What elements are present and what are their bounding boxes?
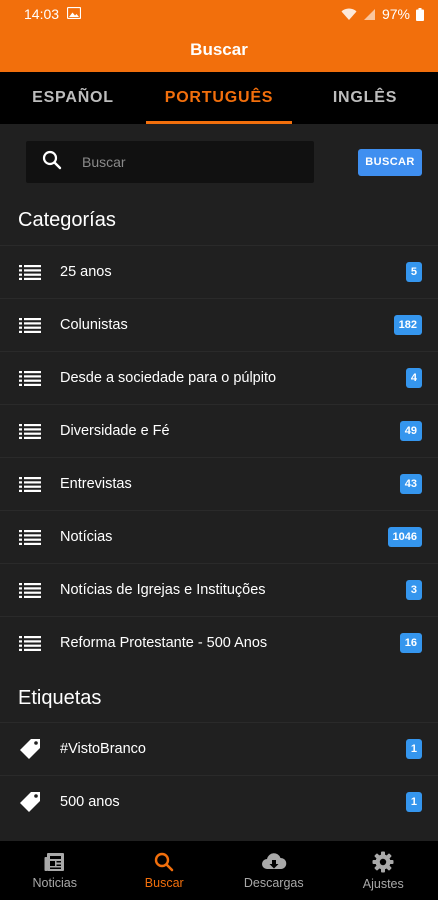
nav-ajustes-label: Ajustes xyxy=(362,876,404,891)
category-item[interactable]: Reforma Protestante - 500 Anos 16 xyxy=(0,616,438,669)
category-item[interactable]: Notícias de Igrejas e Instituções 3 xyxy=(0,563,438,616)
category-label: Notícias de Igrejas e Instituções xyxy=(60,582,266,598)
cloud-download-icon xyxy=(261,852,287,872)
category-label: Desde a sociedade para o púlpito xyxy=(60,370,277,386)
count-badge: 4 xyxy=(405,368,422,388)
nav-noticias[interactable]: Noticias xyxy=(0,841,110,900)
language-tabs: ESPAÑOL PORTUGUÊS INGLÊS xyxy=(0,72,438,124)
search-box[interactable] xyxy=(26,141,314,183)
tag-item[interactable]: 500 anos 1 xyxy=(0,775,438,828)
category-item[interactable]: Colunistas 182 xyxy=(0,298,438,351)
category-item[interactable]: Notícias 1046 xyxy=(0,510,438,563)
signal-icon xyxy=(363,8,376,21)
battery-icon xyxy=(416,7,424,21)
nav-buscar-label: Buscar xyxy=(144,875,184,890)
list-icon xyxy=(18,419,42,443)
search-input[interactable] xyxy=(82,154,282,170)
nav-noticias-label: Noticias xyxy=(32,875,77,890)
app-bar: Buscar xyxy=(0,28,438,72)
category-label: Diversidade e Fé xyxy=(60,423,170,439)
list-icon xyxy=(18,472,42,496)
count-badge: 1 xyxy=(405,792,422,812)
list-icon xyxy=(18,260,42,284)
category-item[interactable]: 25 anos 5 xyxy=(0,245,438,298)
count-badge: 16 xyxy=(399,633,422,653)
count-badge: 49 xyxy=(399,421,422,441)
tab-portugues[interactable]: PORTUGUÊS xyxy=(146,72,292,124)
tags-list: #VistoBranco 1 500 anos 1 xyxy=(0,722,438,828)
tag-label: 500 anos xyxy=(60,794,120,810)
categories-title: Categorías xyxy=(18,209,116,231)
count-badge: 5 xyxy=(405,262,422,282)
list-icon xyxy=(18,578,42,602)
status-bar: 14:03 97% xyxy=(0,0,438,28)
search-row: BUSCAR xyxy=(26,140,422,184)
count-badge: 182 xyxy=(393,315,422,335)
list-icon xyxy=(18,631,42,655)
tab-espanol[interactable]: ESPAÑOL xyxy=(0,72,146,124)
list-icon xyxy=(18,313,42,337)
category-item[interactable]: Desde a sociedade para o púlpito 4 xyxy=(0,351,438,404)
search-icon xyxy=(42,150,62,175)
tag-label: #VistoBranco xyxy=(60,741,146,757)
nav-ajustes[interactable]: Ajustes xyxy=(329,841,438,900)
wifi-icon xyxy=(341,8,357,21)
tag-item[interactable]: #VistoBranco 1 xyxy=(0,722,438,775)
tags-title: Etiquetas xyxy=(18,687,102,709)
categories-list: 25 anos 5 Colunistas 182 Desde a socieda… xyxy=(0,245,438,669)
category-item[interactable]: Diversidade e Fé 49 xyxy=(0,404,438,457)
count-badge: 1046 xyxy=(387,527,422,547)
category-label: Entrevistas xyxy=(60,476,132,492)
search-icon xyxy=(154,852,174,872)
nav-buscar[interactable]: Buscar xyxy=(110,841,220,900)
image-notification-icon xyxy=(66,6,82,22)
tab-ingles[interactable]: INGLÊS xyxy=(292,72,438,124)
tag-icon xyxy=(18,737,42,761)
category-label: Notícias xyxy=(60,529,113,545)
list-icon xyxy=(18,366,42,390)
count-badge: 3 xyxy=(405,580,422,600)
tag-icon xyxy=(18,790,42,814)
list-icon xyxy=(18,525,42,549)
newspaper-icon xyxy=(44,852,66,872)
category-label: Reforma Protestante - 500 Anos xyxy=(60,635,268,651)
gear-icon xyxy=(372,851,394,873)
page-title: Buscar xyxy=(190,40,248,59)
count-badge: 43 xyxy=(399,474,422,494)
count-badge: 1 xyxy=(405,739,422,759)
battery-percentage: 97% xyxy=(381,6,410,22)
bottom-nav: Noticias Buscar Descargas Ajustes xyxy=(0,841,438,900)
category-label: 25 anos xyxy=(60,264,112,280)
category-item[interactable]: Entrevistas 43 xyxy=(0,457,438,510)
search-button[interactable]: BUSCAR xyxy=(358,148,422,176)
nav-descargas-label: Descargas xyxy=(243,875,304,890)
category-label: Colunistas xyxy=(60,317,128,333)
status-time: 14:03 xyxy=(24,6,60,22)
nav-descargas[interactable]: Descargas xyxy=(219,841,329,900)
